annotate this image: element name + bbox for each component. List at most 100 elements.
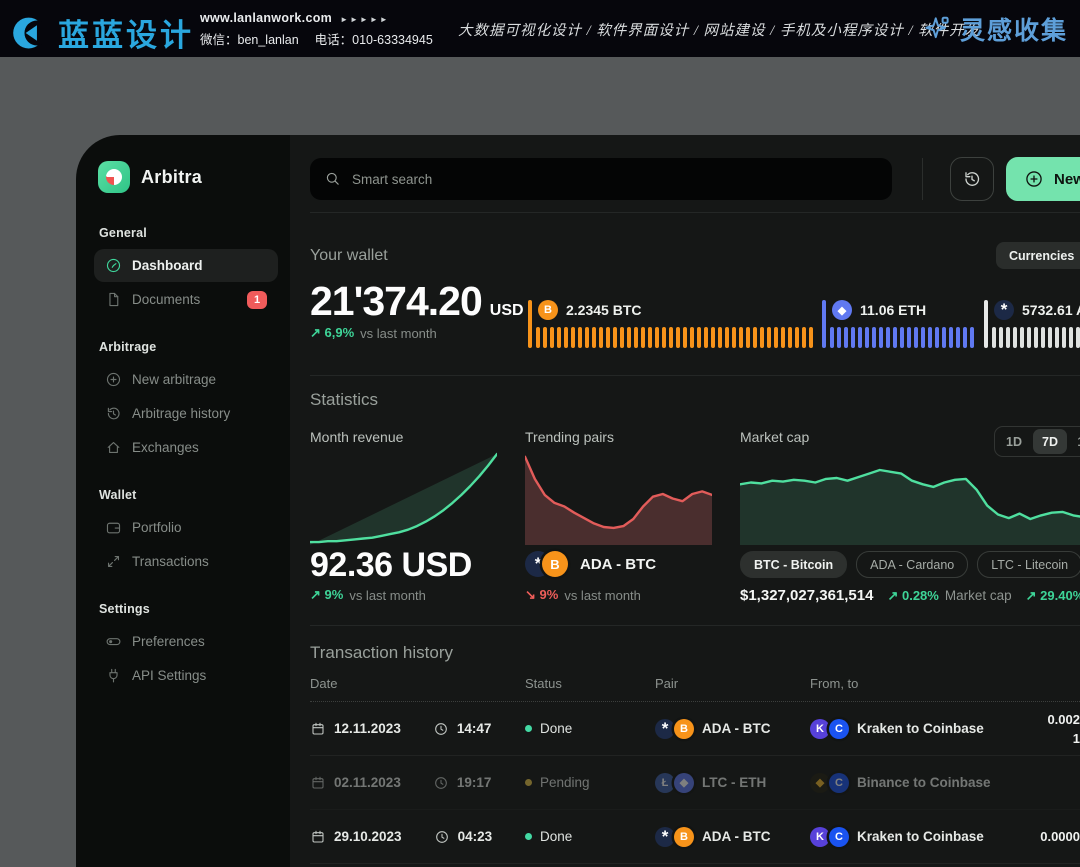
volume-change: ↗ 29.40%: [1026, 588, 1080, 604]
holding-bars: [536, 327, 813, 348]
calendar-icon: [310, 775, 326, 791]
month-revenue-change-pct: ↗ 9%: [310, 587, 343, 603]
topbar-divider: [922, 158, 923, 200]
history-icon: [962, 169, 982, 189]
sidebar-item-label: Dashboard: [132, 258, 203, 273]
market-cap-change-label: Market cap: [945, 588, 1012, 603]
kraken-coin-icon: K: [810, 719, 830, 739]
sidebar-item-label: API Settings: [132, 668, 206, 683]
calendar-icon: [310, 721, 326, 737]
documents-badge: 1: [247, 291, 267, 309]
kraken-coin-icon: K: [810, 827, 830, 847]
sidebar-item-transactions[interactable]: Transactions: [94, 545, 278, 578]
sidebar-item-portfolio[interactable]: Portfolio: [94, 511, 278, 544]
transaction-row[interactable]: 29.10.202304:23Done*BADA - BTCKCKraken t…: [310, 810, 1080, 864]
holding-amount: 11.06 ETH: [860, 302, 926, 318]
trending-pairs-chart: [525, 452, 712, 545]
sidebar-item-documents[interactable]: Documents 1: [94, 283, 278, 316]
transaction-table: 12.11.202314:47Done*BADA - BTCKCKraken t…: [310, 702, 1080, 864]
range-option-1m[interactable]: 1M: [1069, 429, 1080, 454]
tag-btc[interactable]: BTC - Bitcoin: [740, 551, 847, 578]
tx-date: 29.10.2023: [334, 829, 402, 844]
trending-pair-label: ADA - BTC: [580, 556, 656, 573]
sidebar-item-new-arbitrage[interactable]: New arbitrage: [94, 363, 278, 396]
btc-coin-icon: B: [538, 300, 558, 320]
clock-icon: [433, 775, 449, 791]
section-divider: [310, 212, 1080, 213]
transaction-row[interactable]: 12.11.202314:47Done*BADA - BTCKCKraken t…: [310, 702, 1080, 756]
trending-change: ↘ 9% vs last month: [525, 587, 641, 603]
sidebar-item-api-settings[interactable]: API Settings: [94, 659, 278, 692]
sidebar-item-label: Preferences: [132, 634, 205, 649]
trending-pairs-label: Trending pairs: [525, 429, 614, 445]
market-cap-label: Market cap: [740, 429, 809, 445]
app-brand: Arbitra: [98, 161, 274, 193]
market-cap-stats: $1,327,027,361,514 ↗ 0.28% Market cap ↗ …: [740, 587, 1080, 604]
coinbase-coin-icon: C: [829, 719, 849, 739]
dashboard-icon: [105, 257, 122, 274]
banner-logo: 蓝蓝设计: [12, 10, 194, 55]
statistics-title: Statistics: [310, 390, 378, 410]
wallet-title: Your wallet: [310, 247, 388, 265]
holding-divider: [984, 300, 988, 348]
tx-amount: 0.0021: [930, 702, 1080, 755]
history-button[interactable]: [950, 157, 994, 201]
holding-amount: 5732.61 ADA: [1022, 302, 1080, 318]
wallet-tab-exchanges[interactable]: Exchanges: [1074, 242, 1080, 269]
banner-collect[interactable]: 灵感收集: [922, 11, 1068, 47]
plus-circle-icon: [105, 371, 122, 388]
tx-status: Done: [540, 721, 572, 736]
wallet-tab-currencies[interactable]: Currencies: [996, 242, 1080, 269]
wallet-total-currency: USD: [490, 302, 524, 320]
tx-amount: [930, 756, 1080, 809]
sidebar-item-label: Documents: [132, 292, 200, 307]
status-dot: [525, 779, 532, 786]
banner-url: www.lanlanwork.com: [200, 11, 332, 25]
sidebar-item-arbitrage-history[interactable]: Arbitrage history: [94, 397, 278, 430]
eth-coin-icon: ◆: [832, 300, 852, 320]
tag-ltc[interactable]: LTC - Litecoin: [977, 551, 1080, 578]
arbitra-logo-icon: [98, 161, 130, 193]
binance-coin-icon: ◆: [810, 773, 830, 793]
range-option-1d[interactable]: 1D: [997, 429, 1031, 454]
market-cap-value: $1,327,027,361,514: [740, 587, 873, 604]
coinbase-coin-icon: C: [829, 827, 849, 847]
sidebar-item-dashboard[interactable]: Dashboard: [94, 249, 278, 282]
search-input[interactable]: [310, 158, 892, 200]
month-revenue-value: 92.36 USD: [310, 546, 472, 585]
transaction-history-title: Transaction history: [310, 643, 453, 663]
column-header-pair: Pair: [655, 676, 678, 691]
banner-services: 大数据可视化设计 / 软件界面设计 / 网站建设 / 手机及小程序设计 / 软件…: [458, 19, 980, 40]
tag-ada[interactable]: ADA - Cardano: [856, 551, 968, 578]
sidebar-item-preferences[interactable]: Preferences: [94, 625, 278, 658]
market-cap-tags: BTC - Bitcoin ADA - Cardano LTC - Litecoin…: [740, 551, 1080, 578]
holding-amount: 2.2345 BTC: [566, 302, 641, 318]
market-cap-chart: [740, 452, 1080, 545]
transaction-row[interactable]: 02.11.202319:17PendingŁ◆LTC - ETH◆CBinan…: [310, 756, 1080, 810]
transfer-icon: [105, 553, 122, 570]
plus-circle-icon: [1024, 169, 1044, 189]
section-divider: [310, 375, 1080, 376]
dashboard-window: Arbitra General Dashboard Documents 1 Arbitr…: [76, 135, 1080, 867]
wallet-change-suffix: vs last month: [360, 326, 437, 341]
sparkle-star-icon: [922, 14, 952, 44]
toggle-icon: [105, 633, 122, 650]
sidebar: Arbitra General Dashboard Documents 1 Arbitr…: [76, 135, 290, 867]
btc-coin-icon: B: [674, 719, 694, 739]
holding-bars: [830, 327, 974, 348]
sidebar-item-label: Transactions: [132, 554, 209, 569]
range-option-7d[interactable]: 7D: [1033, 429, 1067, 454]
column-header-status: Status: [525, 676, 562, 691]
sidebar-item-exchanges[interactable]: Exchanges: [94, 431, 278, 464]
main-content: New arbitrage Your wallet CurrenciesExch…: [310, 135, 1080, 867]
btc-coin-icon: B: [542, 551, 568, 577]
nav-section-label: General: [99, 226, 274, 240]
app-brand-name: Arbitra: [141, 167, 202, 188]
file-icon: [105, 291, 122, 308]
ada-coin-icon: *: [655, 827, 675, 847]
new-arbitrage-button[interactable]: New arbitrage: [1006, 157, 1080, 201]
history-icon: [105, 405, 122, 422]
banner-brand-text: 蓝蓝设计: [58, 10, 194, 55]
plug-icon: [105, 667, 122, 684]
status-dot: [525, 725, 532, 732]
